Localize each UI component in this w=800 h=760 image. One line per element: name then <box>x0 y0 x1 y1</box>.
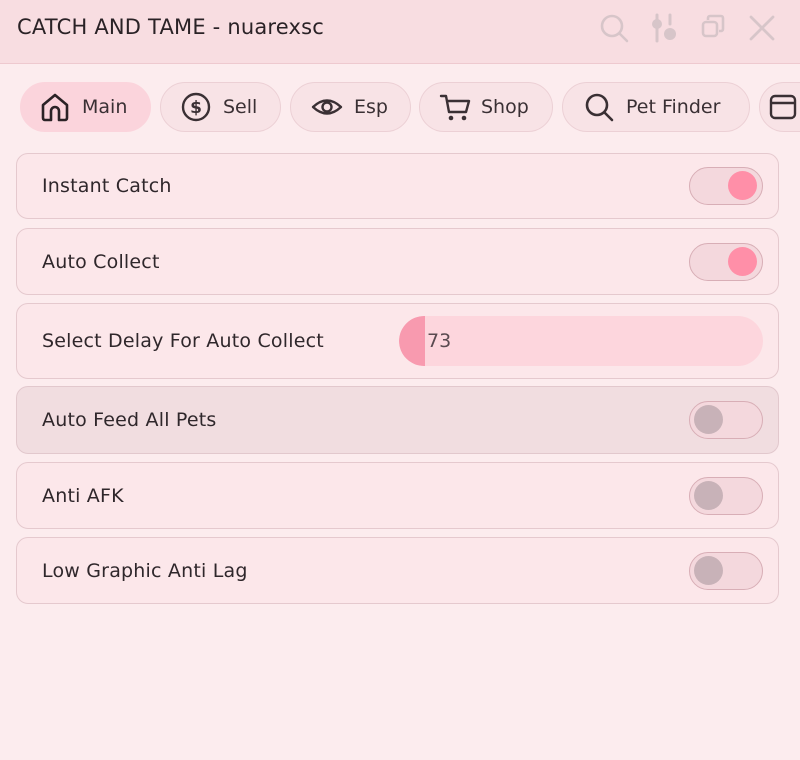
search-icon <box>582 90 616 124</box>
eye-icon <box>310 90 344 124</box>
option-label: Instant Catch <box>42 175 172 197</box>
option-label: Auto Feed All Pets <box>42 409 217 431</box>
title-bar: CATCH AND TAME - nuarexsc <box>0 0 800 64</box>
option-anti-afk: Anti AFK <box>16 462 779 529</box>
option-label: Anti AFK <box>42 484 124 507</box>
slider-value: 73 <box>427 330 452 352</box>
low-graphic-toggle[interactable] <box>689 551 763 590</box>
option-auto-collect: Auto Collect <box>16 228 779 295</box>
search-icon[interactable] <box>598 12 630 44</box>
tab-label: Esp <box>354 96 388 118</box>
auto-feed-toggle[interactable] <box>689 401 763 439</box>
auto-collect-toggle[interactable] <box>689 242 763 281</box>
tab-main[interactable]: Main <box>20 82 151 132</box>
tab-partial[interactable] <box>759 82 800 132</box>
svg-text:$: $ <box>190 98 202 118</box>
tab-bar: Main $ Sell Esp Shop Pet Finder <box>0 82 800 134</box>
toggle-knob <box>728 171 757 200</box>
toggle-knob <box>694 480 723 510</box>
tab-shop[interactable]: Shop <box>419 82 553 132</box>
toggle-knob <box>694 405 723 434</box>
toggle-knob <box>694 555 723 585</box>
window-title: CATCH AND TAME - nuarexsc <box>17 15 325 39</box>
toggle-knob <box>728 246 757 276</box>
anti-afk-toggle[interactable] <box>689 476 763 515</box>
option-auto-feed: Auto Feed All Pets <box>16 386 779 454</box>
cart-icon <box>439 90 473 124</box>
instant-catch-toggle[interactable] <box>689 167 763 205</box>
tab-sell[interactable]: $ Sell <box>160 82 281 132</box>
slider-fill <box>399 316 425 366</box>
tab-pet-finder[interactable]: Pet Finder <box>562 82 750 132</box>
dollar-circle-icon: $ <box>179 90 213 124</box>
home-icon <box>38 90 72 124</box>
option-label: Select Delay For Auto Collect <box>42 330 324 352</box>
tab-label: Sell <box>223 96 258 118</box>
close-icon[interactable] <box>746 12 778 44</box>
option-auto-collect-delay: Select Delay For Auto Collect 73 <box>16 303 779 379</box>
tab-label: Shop <box>481 96 529 118</box>
partial-tab-icon <box>768 90 800 124</box>
restore-window-icon[interactable] <box>697 12 729 44</box>
option-label: Low Graphic Anti Lag <box>42 559 248 582</box>
tab-label: Pet Finder <box>626 96 721 118</box>
settings-sliders-icon[interactable] <box>648 12 680 44</box>
option-low-graphic: Low Graphic Anti Lag <box>16 537 779 604</box>
option-instant-catch: Instant Catch <box>16 153 779 219</box>
delay-slider[interactable]: 73 <box>399 316 763 366</box>
tab-label: Main <box>82 96 128 118</box>
option-label: Auto Collect <box>42 250 160 273</box>
tab-esp[interactable]: Esp <box>290 82 411 132</box>
